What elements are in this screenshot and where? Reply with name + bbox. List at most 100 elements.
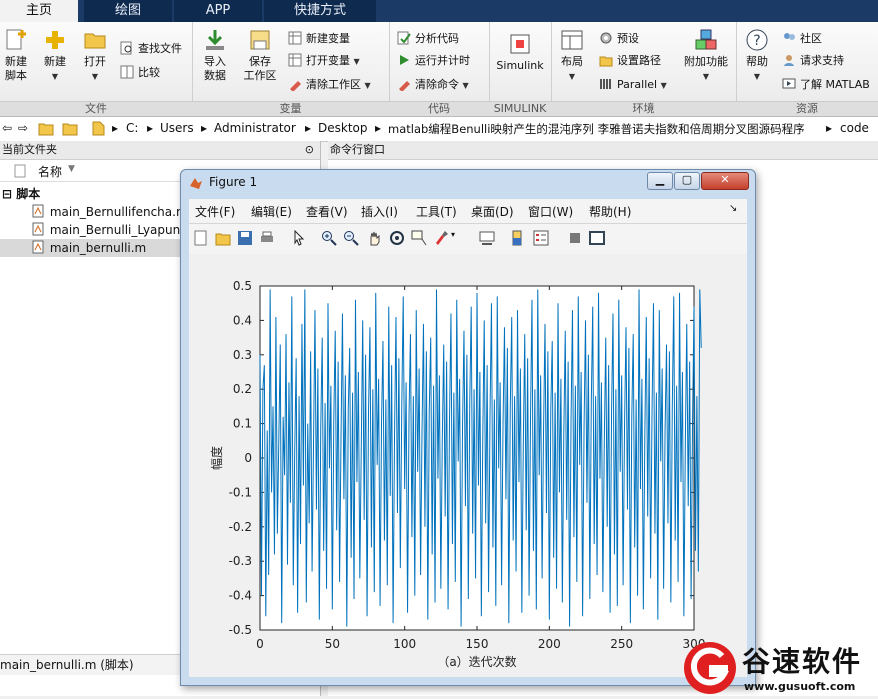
addons-button[interactable]: 附加功能 ▼ bbox=[681, 28, 731, 84]
open-variable-icon bbox=[288, 53, 302, 67]
open-file-icon[interactable] bbox=[215, 230, 231, 246]
analyze-code-icon bbox=[397, 31, 411, 45]
figure-window: Figure 1 ▁ ▢ ✕ 文件(F) 编辑(E) 查看(V) 插入(I) 工… bbox=[180, 169, 756, 686]
zoom-in-icon[interactable] bbox=[321, 230, 337, 246]
line-plot[interactable]: 0.5 0.4 0.3 0.2 0.1 0 -0.1 -0.2 -0.3 -0.4 -0.5 0 50… bbox=[189, 254, 747, 677]
file-name: main_Bernulli_Lyapuno bbox=[49, 223, 188, 237]
new-script-icon bbox=[4, 28, 28, 52]
find-files-button[interactable]: 查找文件 bbox=[120, 40, 182, 58]
svg-text:?: ? bbox=[753, 33, 760, 49]
tab-apps[interactable]: APP bbox=[174, 0, 262, 22]
menu-edit[interactable]: 编辑(E) bbox=[251, 203, 292, 220]
file-column-icon bbox=[14, 164, 26, 181]
new-figure-icon[interactable] bbox=[193, 230, 209, 246]
breadcrumb-users[interactable]: Users bbox=[160, 121, 194, 135]
layout-button[interactable]: 布局 ▼ bbox=[555, 28, 589, 84]
pan-hand-icon[interactable] bbox=[367, 230, 383, 246]
y-tick-label: 0.5 bbox=[233, 279, 252, 293]
dock-arrow-icon[interactable]: ↘ bbox=[729, 203, 737, 214]
link-plot-icon[interactable] bbox=[479, 230, 495, 246]
up-folder-icon[interactable] bbox=[38, 120, 54, 139]
y-tick-label: 0 bbox=[244, 451, 252, 465]
new-variable-icon bbox=[288, 31, 302, 45]
breadcrumb-desktop[interactable]: Desktop bbox=[318, 121, 368, 135]
forward-arrow-icon[interactable]: ⇨ bbox=[18, 121, 28, 135]
breadcrumb-administrator[interactable]: Administrator bbox=[214, 121, 296, 135]
current-folder-header: 当前文件夹 ⊙ bbox=[0, 141, 320, 160]
figure-titlebar[interactable]: Figure 1 ▁ ▢ ✕ bbox=[181, 170, 755, 196]
zoom-out-icon[interactable] bbox=[343, 230, 359, 246]
browse-folder-icon[interactable] bbox=[62, 120, 78, 139]
watermark-brand: 谷速软件 bbox=[742, 645, 863, 678]
open-button[interactable]: 打开 ▼ bbox=[78, 28, 112, 84]
legend-icon[interactable] bbox=[533, 230, 549, 246]
matlab-logo-icon bbox=[189, 176, 203, 193]
run-and-time-button[interactable]: 运行并计时 bbox=[397, 52, 470, 70]
tab-plots[interactable]: 绘图 bbox=[84, 0, 172, 22]
breadcrumb-c[interactable]: C: bbox=[126, 121, 138, 135]
new-script-button[interactable]: 新建 脚本 bbox=[0, 28, 32, 83]
rotate-3d-icon[interactable] bbox=[389, 230, 405, 246]
crumb-sep-icon: ▸ bbox=[826, 121, 833, 135]
m-file-icon bbox=[32, 240, 46, 259]
minimize-button[interactable]: ▁ bbox=[647, 172, 673, 190]
edit-plot-arrow-icon[interactable] bbox=[291, 229, 307, 246]
simulink-icon bbox=[508, 32, 532, 56]
menu-help[interactable]: 帮助(H) bbox=[589, 203, 631, 220]
request-support-button[interactable]: 请求支持 bbox=[782, 52, 844, 70]
y-tick-label: -0.5 bbox=[229, 623, 252, 637]
layout-label: 布局 bbox=[561, 55, 583, 68]
import-data-button[interactable]: 导入 数据 bbox=[198, 28, 232, 83]
environment-group-label: 环境 bbox=[551, 101, 736, 116]
back-arrow-icon[interactable]: ⇦ bbox=[2, 121, 12, 135]
set-path-icon bbox=[599, 53, 613, 67]
set-path-button[interactable]: 设置路径 bbox=[599, 52, 661, 70]
breadcrumb-code[interactable]: code bbox=[840, 121, 869, 135]
gear-icon bbox=[599, 31, 613, 45]
panel-menu-icon[interactable]: ⊙ bbox=[305, 141, 314, 159]
close-button[interactable]: ✕ bbox=[701, 172, 749, 190]
open-variable-button[interactable]: 打开变量 ▼ bbox=[288, 52, 360, 70]
collapse-icon[interactable]: ⊟ bbox=[2, 187, 12, 201]
parallel-button[interactable]: Parallel ▼ bbox=[599, 76, 667, 94]
clear-workspace-button[interactable]: 清除工作区 ▼ bbox=[288, 76, 371, 94]
maximize-button[interactable]: ▢ bbox=[674, 172, 700, 190]
new-button[interactable]: 新建 ▼ bbox=[38, 28, 72, 84]
save-workspace-button[interactable]: 保存 工作区 bbox=[240, 28, 280, 83]
brush-caret-icon[interactable]: ▾ bbox=[451, 230, 459, 246]
analyze-code-button[interactable]: 分析代码 bbox=[397, 30, 459, 48]
preferences-button[interactable]: 预设 bbox=[599, 30, 639, 48]
new-variable-button[interactable]: 新建变量 bbox=[288, 30, 350, 48]
y-tick-label: 0.3 bbox=[233, 348, 252, 362]
menu-window[interactable]: 窗口(W) bbox=[528, 203, 573, 220]
hide-tools-icon[interactable] bbox=[567, 230, 583, 246]
menu-insert[interactable]: 插入(I) bbox=[361, 203, 398, 220]
menu-view[interactable]: 查看(V) bbox=[306, 203, 348, 220]
menu-file[interactable]: 文件(F) bbox=[195, 203, 235, 220]
compare-button[interactable]: 比较 bbox=[120, 64, 160, 82]
variable-group: 导入 数据 保存 工作区 新建变量 打开变量 ▼ 清除工作区 ▼ 变量 bbox=[192, 22, 390, 116]
colorbar-icon[interactable] bbox=[509, 230, 525, 246]
address-bar: ⇦ ⇨ ▸ C: ▸ Users ▸ Administrator ▸ Deskt… bbox=[0, 117, 878, 142]
data-cursor-icon[interactable] bbox=[411, 230, 427, 246]
save-icon[interactable] bbox=[237, 230, 253, 246]
x-tick-label: 100 bbox=[393, 637, 416, 651]
name-column-header[interactable]: 名称 bbox=[38, 163, 62, 180]
clear-commands-button[interactable]: 清除命令 ▼ bbox=[397, 76, 469, 94]
file-name: main_bernulli.m bbox=[49, 241, 147, 255]
simulink-button[interactable]: Simulink bbox=[493, 32, 547, 73]
help-button[interactable]: ? 帮助 ▼ bbox=[740, 28, 774, 84]
tab-home[interactable]: 主页 bbox=[0, 0, 78, 22]
clear-workspace-caret-icon: ▼ bbox=[364, 81, 371, 90]
addons-caret-icon: ▼ bbox=[702, 72, 710, 81]
sort-caret-icon[interactable]: ▼ bbox=[68, 164, 75, 174]
community-button[interactable]: 社区 bbox=[782, 30, 822, 48]
show-tools-icon[interactable] bbox=[589, 230, 605, 246]
breadcrumb-project-folder[interactable]: matlab编程Benulli映射产生的混沌序列 李雅普诺夫指数和倍周期分叉图源… bbox=[388, 121, 805, 137]
print-icon[interactable] bbox=[259, 230, 275, 246]
brush-icon[interactable] bbox=[433, 230, 449, 246]
menu-tools[interactable]: 工具(T) bbox=[416, 203, 457, 220]
tab-shortcuts[interactable]: 快捷方式 bbox=[264, 0, 376, 22]
learn-matlab-button[interactable]: 了解 MATLAB bbox=[782, 76, 870, 94]
menu-desktop[interactable]: 桌面(D) bbox=[471, 203, 514, 220]
